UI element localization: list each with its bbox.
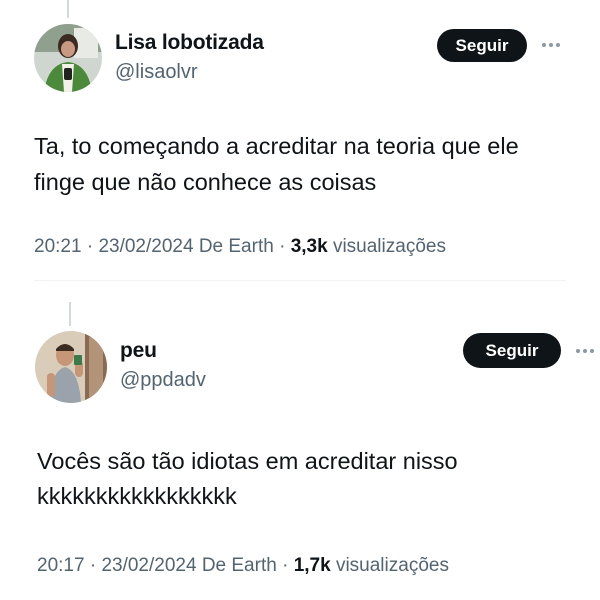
- tweet-meta: 20:21 · 23/02/2024 De Earth · 3,3k visua…: [34, 236, 446, 258]
- follow-button[interactable]: Seguir: [437, 29, 527, 62]
- views-label: visualizações: [335, 555, 449, 576]
- tweet-time[interactable]: 20:17: [37, 555, 85, 576]
- tweet-text-line-1: Vocês são tão idiotas em acreditar nisso: [37, 448, 458, 474]
- meta-separator: ·: [84, 555, 102, 576]
- handle[interactable]: @lisaolvr: [115, 61, 198, 84]
- display-name[interactable]: Lisa lobotizada: [115, 31, 264, 55]
- tweet-text-line-2: finge que não conhece as coisas: [34, 169, 377, 195]
- tweet-time[interactable]: 20:21: [34, 236, 82, 257]
- follow-button[interactable]: Seguir: [463, 333, 561, 368]
- views-count: 3,3k: [290, 236, 328, 257]
- avatar[interactable]: [35, 331, 107, 403]
- meta-separator: ·: [276, 555, 294, 576]
- tweet-source: De Earth: [198, 236, 274, 257]
- handle[interactable]: @ppdadv: [120, 369, 206, 392]
- thread-line-top: [67, 0, 69, 18]
- tweet-meta: 20:17 · 23/02/2024 De Earth · 1,7k visua…: [37, 555, 449, 577]
- tweet-date[interactable]: 23/02/2024: [98, 236, 193, 257]
- views-label: visualizações: [332, 236, 446, 257]
- tweet-date[interactable]: 23/02/2024: [101, 555, 196, 576]
- avatar[interactable]: [34, 24, 102, 92]
- more-options-icon[interactable]: [542, 42, 560, 48]
- meta-separator: ·: [81, 236, 99, 257]
- meta-separator: ·: [273, 236, 291, 257]
- avatar-photo: [35, 331, 107, 403]
- thread-line-top: [69, 302, 71, 326]
- tweet-source: De Earth: [201, 555, 277, 576]
- display-name[interactable]: peu: [120, 339, 157, 363]
- tweet-divider: [34, 280, 566, 281]
- avatar-photo: [34, 24, 102, 92]
- tweet-text-line-2: kkkkkkkkkkkkkkkkk: [37, 483, 237, 509]
- tweet-text-line-1: Ta, to começando a acreditar na teoria q…: [34, 133, 519, 159]
- more-options-icon[interactable]: [576, 348, 594, 354]
- views-count: 1,7k: [293, 555, 331, 576]
